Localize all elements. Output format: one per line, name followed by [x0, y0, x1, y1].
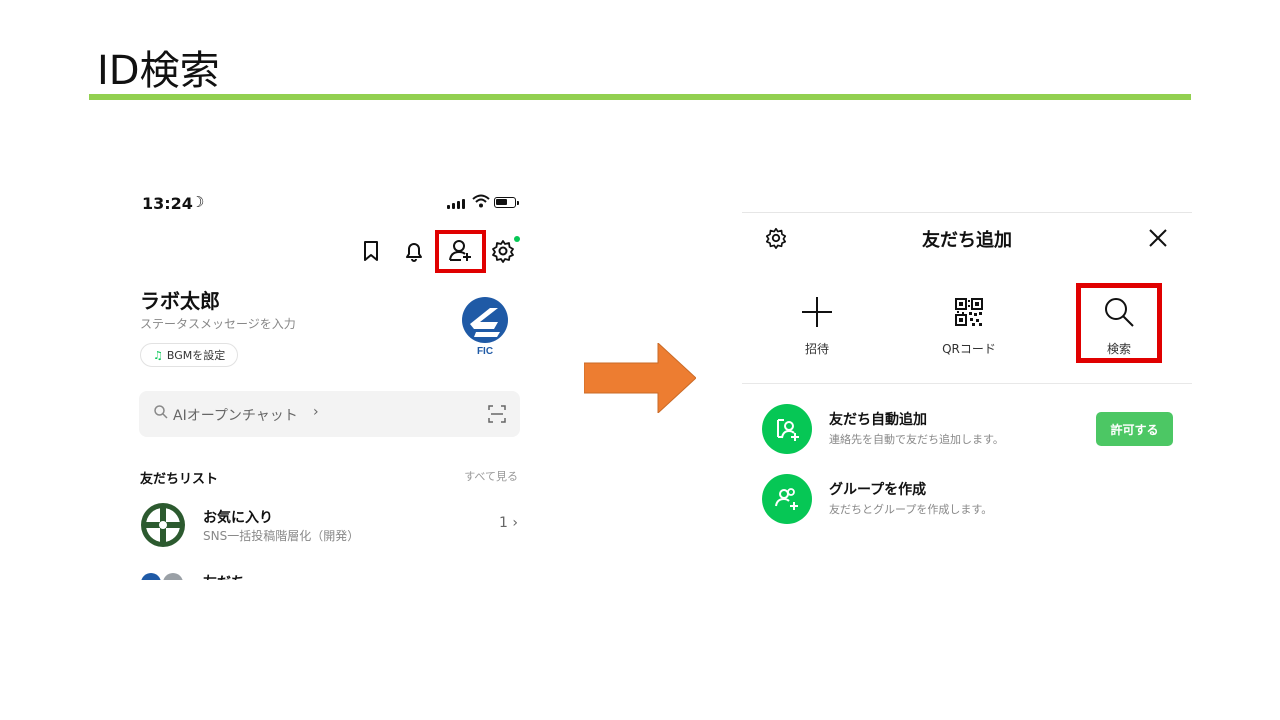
right-screenshot-add-friend: 友だち追加 招待 QRコード 検索 友だち自動追加 連絡先を自動で友だち追加しま… — [742, 212, 1192, 542]
invite-button[interactable]: 招待 — [757, 292, 877, 357]
add-friend-title: 友だち追加 — [922, 230, 1012, 251]
title-divider — [89, 94, 1191, 100]
qr-code-button[interactable]: QRコード — [909, 292, 1029, 357]
qr-code-label: QRコード — [942, 342, 996, 356]
create-group-title[interactable]: グループを作成 — [829, 479, 926, 499]
bell-icon[interactable] — [401, 238, 427, 264]
favorites-count[interactable]: 1 › — [499, 515, 518, 531]
profile-name[interactable]: ラボ太郎 — [140, 285, 220, 314]
moon-icon: ☽ — [191, 193, 205, 211]
add-friend-icon — [448, 238, 474, 268]
chevron-right-icon: › — [512, 515, 518, 531]
friends-row-label: 友だち — [203, 572, 245, 580]
chevron-right-icon: › — [313, 404, 319, 420]
top-border — [742, 212, 1192, 213]
search-label: AIオープンチャット — [173, 408, 298, 424]
friend-avatar-icon — [141, 573, 161, 580]
search-icon — [153, 404, 169, 424]
status-time: 13:24 — [142, 194, 193, 213]
divider — [742, 383, 1192, 384]
add-friend-button-highlight[interactable] — [435, 230, 486, 273]
bgm-button[interactable]: ♫ BGMを設定 — [140, 343, 239, 367]
friend-avatar-icon — [163, 573, 183, 580]
auto-add-friend-icon — [762, 404, 812, 454]
friends-row-peek: 友だち — [140, 568, 520, 580]
wifi-icon — [472, 194, 490, 212]
invite-label: 招待 — [804, 342, 829, 356]
scan-icon[interactable] — [488, 405, 506, 427]
close-icon[interactable] — [1146, 226, 1170, 254]
favorites-icon — [140, 502, 186, 548]
auto-add-friend-title[interactable]: 友だち自動追加 — [829, 409, 927, 429]
create-group-subtitle: 友だちとグループを作成します。 — [829, 503, 993, 516]
left-screenshot-home: 13:24 ☽ ラボ太郎 ステータスメッセージを入力 ♫ BGMを設定 FIC — [128, 180, 526, 580]
profile-avatar[interactable]: FIC — [460, 296, 510, 357]
auto-add-friend-subtitle: 連絡先を自動で友だち追加します。 — [829, 433, 1004, 446]
favorites-title[interactable]: お気に入り — [203, 507, 273, 527]
status-message-input[interactable]: ステータスメッセージを入力 — [140, 315, 296, 332]
plus-icon — [757, 292, 877, 332]
allow-button[interactable]: 許可する — [1096, 412, 1173, 446]
ai-openchat-search-bar[interactable]: AIオープンチャット › — [139, 391, 520, 437]
slide-title: ID検索 — [97, 48, 220, 94]
friends-list-header: 友だちリスト — [140, 472, 219, 487]
music-note-icon: ♫ — [153, 348, 163, 362]
create-group-icon — [762, 474, 812, 524]
battery-icon — [494, 197, 519, 208]
qr-icon — [909, 292, 1029, 332]
see-all-link[interactable]: すべて見る — [464, 468, 518, 484]
search-highlight-box — [1076, 283, 1162, 363]
signal-icon — [447, 199, 465, 209]
favorites-subtitle: SNS一括投稿階層化（開発） — [203, 529, 360, 543]
bookmark-icon[interactable] — [358, 238, 384, 264]
notification-dot — [514, 236, 520, 242]
favorites-count-value: 1 — [499, 515, 508, 531]
bgm-label: BGMを設定 — [166, 349, 226, 362]
logo-text: FIC — [477, 346, 493, 356]
gear-icon[interactable] — [490, 238, 516, 264]
arrow-right-icon — [583, 341, 697, 415]
